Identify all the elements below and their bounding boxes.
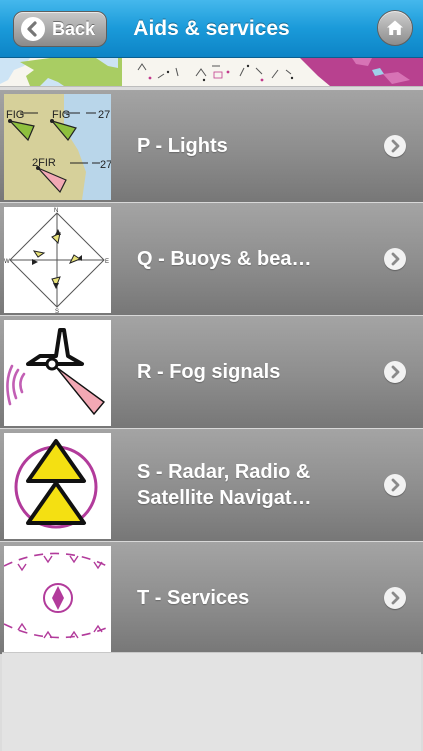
back-button-label: Back: [52, 19, 96, 39]
fog-signal-icon: [4, 320, 111, 426]
radar-beacon-triangles-icon: [4, 433, 111, 539]
nav-bar: Aids & services Back: [0, 0, 423, 58]
chevron-right-icon: [384, 474, 406, 496]
aids-services-list: FIG FIG 27 2FIR 27 P - Lights N E S W Q …: [0, 90, 423, 655]
label-line-2: Satellite Navigat…: [137, 487, 312, 509]
chevron-right-icon: [384, 248, 406, 270]
list-item-buoys[interactable]: N E S W Q - Buoys & bea…: [0, 203, 423, 316]
thumb-text: 2FIR: [32, 157, 56, 169]
list-item-label: Q - Buoys & bea…: [137, 248, 312, 270]
buoys-compass-icon: N E S W: [4, 207, 111, 313]
thumb-text: FIG: [6, 109, 24, 121]
thumb-text: N: [54, 208, 58, 214]
chart-banner-image: [0, 58, 423, 87]
label-line-1: S - Radar, Radio &: [137, 461, 311, 483]
thumb-text: E: [105, 259, 109, 265]
chevron-right-icon: [384, 135, 406, 157]
chevron-left-icon: [21, 17, 45, 41]
thumb-text: FIG: [52, 109, 70, 121]
list-item-radar-radio[interactable]: S - Radar, Radio & Satellite Navigat…: [0, 429, 423, 542]
list-item-label: R - Fog signals: [137, 361, 281, 383]
services-diamond-icon: [4, 546, 111, 652]
chevron-right-icon: [384, 361, 406, 383]
thumb-text: S: [55, 309, 59, 313]
home-button[interactable]: [377, 10, 413, 46]
list-item-label: P - Lights: [137, 135, 228, 157]
empty-list-area: [2, 652, 421, 751]
list-item-fog-signals[interactable]: R - Fog signals: [0, 316, 423, 429]
chevron-right-icon: [384, 587, 406, 609]
back-button[interactable]: Back: [13, 11, 107, 47]
thumb-text: W: [4, 259, 10, 265]
light-flare-symbols-icon: FIG FIG 27 2FIR 27: [4, 94, 111, 200]
list-item-label: S - Radar, Radio & Satellite Navigat…: [137, 429, 357, 541]
list-item-label: T - Services: [137, 587, 250, 609]
list-item-lights[interactable]: FIG FIG 27 2FIR 27 P - Lights: [0, 90, 423, 203]
thumb-text: 27: [98, 109, 110, 121]
house-icon: [387, 20, 403, 35]
thumb-text: 27: [100, 159, 111, 171]
list-item-services[interactable]: T - Services: [0, 542, 423, 655]
